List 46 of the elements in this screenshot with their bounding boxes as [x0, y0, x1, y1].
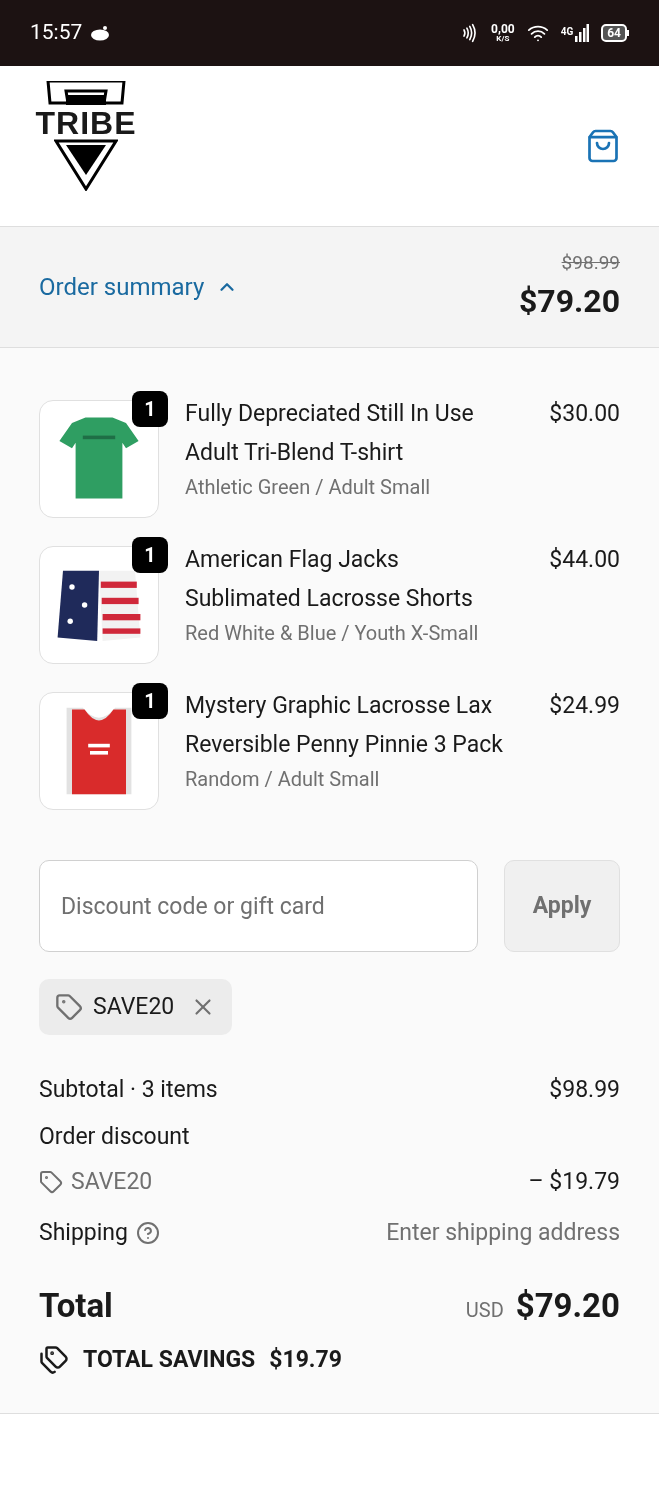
summary-price: $79.20: [518, 281, 620, 323]
discount-tag-code: SAVE20: [93, 991, 175, 1022]
tag-icon: [55, 993, 83, 1021]
help-icon[interactable]: [135, 1221, 160, 1245]
tags-icon: [39, 1344, 69, 1375]
order-summary-bar[interactable]: Order summary $98.99 $79.20: [0, 227, 659, 348]
product-variant: Red White & Blue / Youth X-Small: [185, 620, 480, 647]
shipping-label: Shipping: [39, 1217, 128, 1248]
quantity-badge: 1: [132, 683, 168, 719]
product-variant: Athletic Green / Adult Small: [185, 474, 432, 501]
network-speed: 0,00: [491, 23, 515, 35]
discount-code-field[interactable]: Discount code or gift card: [39, 860, 478, 952]
subtotal-value: $98.99: [549, 1074, 620, 1105]
product-price: $30.00: [549, 399, 620, 429]
order-summary-label: Order summary: [39, 272, 205, 303]
product-title: American Flag Jacks Sublimated Lacrosse Shorts: [185, 545, 474, 614]
original-price: $98.99: [561, 249, 620, 276]
subtotal-label: Subtotal · 3 items: [39, 1074, 218, 1105]
logo-arrow-icon: [54, 139, 118, 191]
signal-icon: [575, 24, 590, 42]
apply-button[interactable]: Apply: [504, 860, 620, 952]
currency: USD: [465, 1297, 504, 1324]
discount-code: SAVE20: [71, 1166, 153, 1197]
total-savings-label: TOTAL SAVINGS: [83, 1344, 256, 1375]
product-title: Mystery Graphic Lacrosse Lax Reversible Penny Pinnie 3 Pack: [185, 691, 504, 760]
order-discount-label: Order discount: [39, 1121, 190, 1152]
logo[interactable]: TRIBE: [38, 81, 134, 191]
network-speed-unit: K/S: [496, 35, 510, 43]
quantity-badge: 1: [132, 537, 168, 573]
product-title: Fully Depreciated Still In Use Adult Tri-Blend T-shirt: [185, 399, 475, 468]
network-type: 4G: [560, 25, 574, 39]
quantity-badge: 1: [132, 391, 168, 427]
logo-top-icon: [44, 81, 128, 107]
battery-indicator: 64: [601, 24, 627, 42]
discount-amount: – $19.79: [528, 1166, 620, 1197]
total-label: Total: [39, 1285, 113, 1327]
status-time: 15:57: [30, 19, 83, 47]
total-savings-value: $19.79: [269, 1344, 342, 1375]
product-price: $44.00: [549, 545, 620, 575]
total-value: $79.20: [515, 1285, 620, 1327]
tag-icon: [39, 1170, 63, 1194]
product-price: $24.99: [549, 691, 620, 721]
shipping-value: Enter shipping address: [386, 1217, 620, 1248]
product-variant: Random / Adult Small: [185, 766, 381, 793]
cart-icon[interactable]: [585, 128, 621, 164]
logo-text: TRIBE: [35, 107, 137, 139]
